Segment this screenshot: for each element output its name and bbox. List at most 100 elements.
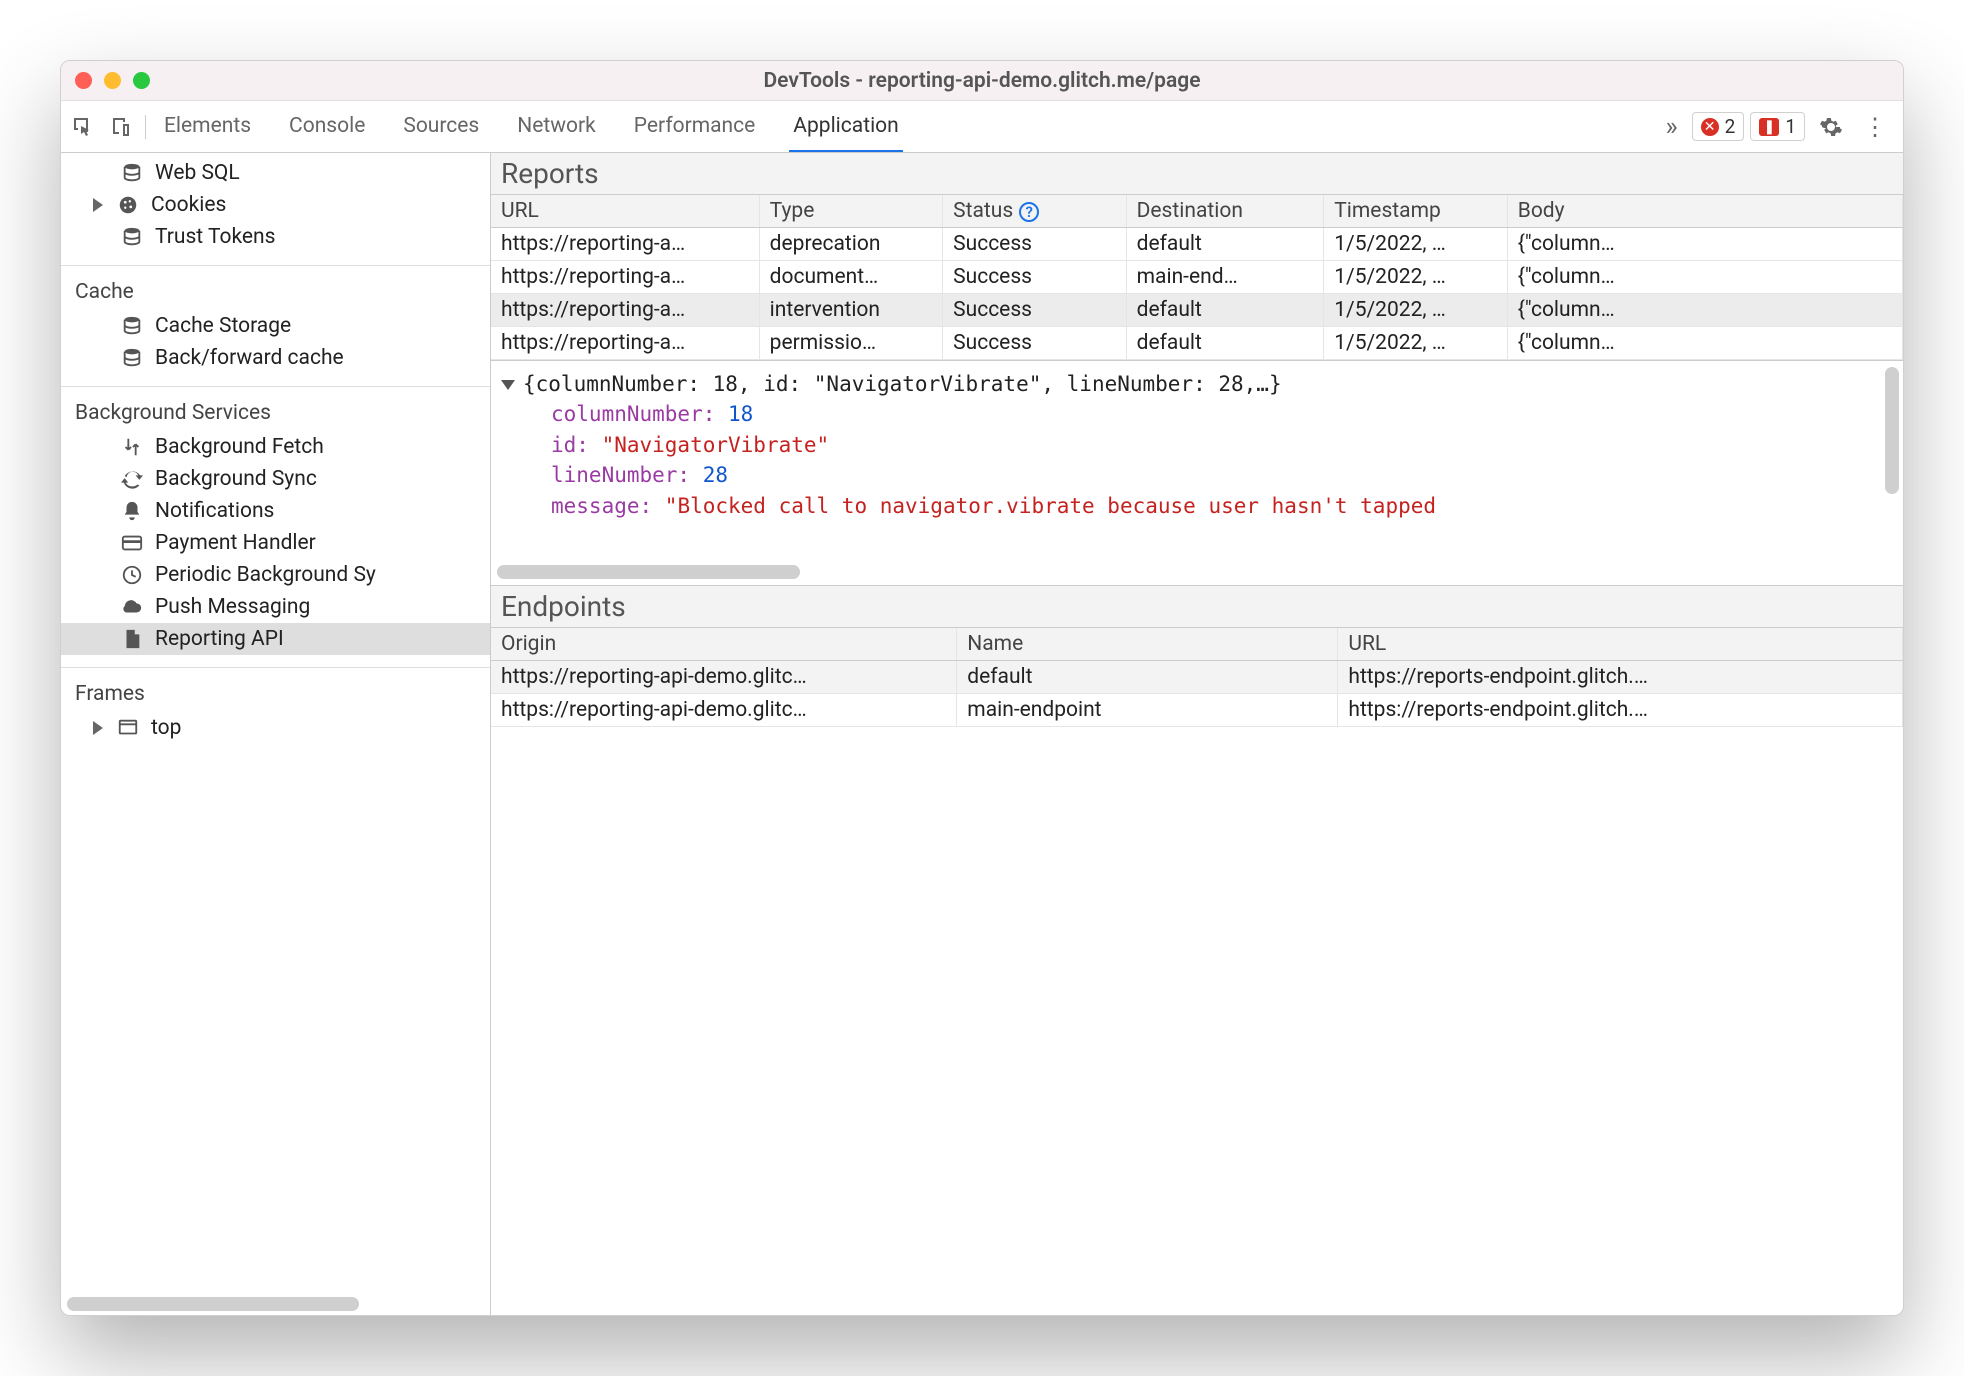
col-timestamp[interactable]: Timestamp <box>1324 195 1507 228</box>
col-destination[interactable]: Destination <box>1126 195 1324 228</box>
sidebar-item-reporting-api[interactable]: Reporting API <box>61 623 490 655</box>
table-row[interactable]: https://reporting-api-demo.glitc…main-en… <box>491 694 1903 727</box>
sidebar-heading-bg-services: Background Services <box>61 391 490 431</box>
cloud-icon <box>121 596 143 618</box>
database-icon <box>121 226 143 248</box>
help-icon[interactable]: ? <box>1019 202 1039 222</box>
cell-ts: 1/5/2022, … <box>1324 228 1507 261</box>
report-detail: {columnNumber: 18, id: "NavigatorVibrate… <box>491 361 1903 586</box>
cell-url: https://reports-endpoint.glitch.… <box>1338 661 1903 694</box>
table-row[interactable]: https://reporting-api-demo.glitc…default… <box>491 661 1903 694</box>
sidebar-item-notifications[interactable]: Notifications <box>61 495 490 527</box>
detail-hscrollbar[interactable] <box>497 565 1873 579</box>
col-body[interactable]: Body <box>1507 195 1902 228</box>
col-origin[interactable]: Origin <box>491 628 957 661</box>
errors-badge[interactable]: ✕ 2 <box>1692 112 1745 141</box>
sidebar-item-label: Cookies <box>151 193 226 217</box>
tab-performance[interactable]: Performance <box>630 102 759 152</box>
sidebar-item-periodic-bg-sync[interactable]: Periodic Background Sy <box>61 559 490 591</box>
cell-body: {"column… <box>1507 228 1902 261</box>
database-icon <box>121 315 143 337</box>
sidebar-item-bf-cache[interactable]: Back/forward cache <box>61 342 490 374</box>
expand-icon <box>93 198 103 212</box>
sidebar-item-web-sql[interactable]: Web SQL <box>61 157 490 189</box>
endpoints-title: Endpoints <box>491 586 1903 628</box>
close-window-button[interactable] <box>75 72 92 89</box>
sidebar-item-payment-handler[interactable]: Payment Handler <box>61 527 490 559</box>
cell-body: {"column… <box>1507 294 1902 327</box>
sidebar-item-label: Cache Storage <box>155 314 291 338</box>
sidebar-item-bg-fetch[interactable]: Background Fetch <box>61 431 490 463</box>
tab-console[interactable]: Console <box>285 102 369 152</box>
tab-elements[interactable]: Elements <box>160 102 255 152</box>
tab-network[interactable]: Network <box>513 102 600 152</box>
device-toggle-icon[interactable] <box>109 115 133 139</box>
database-icon <box>121 162 143 184</box>
detail-entry: lineNumber: 28 <box>551 460 1893 490</box>
cell-dest: main-end… <box>1126 261 1324 294</box>
errors-count: 2 <box>1725 115 1736 138</box>
detail-vscrollbar[interactable] <box>1885 367 1899 579</box>
sidebar-item-push-messaging[interactable]: Push Messaging <box>61 591 490 623</box>
sidebar-item-label: Background Fetch <box>155 435 324 459</box>
col-status[interactable]: Status? <box>943 195 1126 228</box>
sidebar-item-label: Push Messaging <box>155 595 310 619</box>
col-url[interactable]: URL <box>1338 628 1903 661</box>
cell-dest: default <box>1126 228 1324 261</box>
more-tabs-icon[interactable]: » <box>1657 112 1685 142</box>
panel-tabs: Elements Console Sources Network Perform… <box>160 102 1645 152</box>
inspect-element-icon[interactable] <box>71 115 95 139</box>
sidebar-item-label: Back/forward cache <box>155 346 344 370</box>
tab-application[interactable]: Application <box>789 102 902 152</box>
cell-status: Success <box>943 228 1126 261</box>
cell-type: document… <box>759 261 942 294</box>
devtools-window: DevTools - reporting-api-demo.glitch.me/… <box>60 60 1904 1316</box>
sidebar-item-label: Trust Tokens <box>155 225 275 249</box>
file-icon <box>121 628 143 650</box>
traffic-lights <box>75 72 150 89</box>
col-type[interactable]: Type <box>759 195 942 228</box>
table-row[interactable]: https://reporting-a…permissio…Successdef… <box>491 327 1903 360</box>
cell-url: https://reporting-a… <box>491 228 759 261</box>
sidebar-heading-frames: Frames <box>61 672 490 712</box>
cell-type: permissio… <box>759 327 942 360</box>
detail-entry: columnNumber: 18 <box>551 399 1893 429</box>
sidebar-item-label: top <box>151 716 181 740</box>
sidebar-item-cookies[interactable]: Cookies <box>61 189 490 221</box>
sidebar-item-frame-top[interactable]: top <box>61 712 490 744</box>
sidebar-item-cache-storage[interactable]: Cache Storage <box>61 310 490 342</box>
zoom-window-button[interactable] <box>133 72 150 89</box>
tab-sources[interactable]: Sources <box>399 102 483 152</box>
cell-dest: default <box>1126 327 1324 360</box>
database-icon <box>121 347 143 369</box>
sidebar-item-trust-tokens[interactable]: Trust Tokens <box>61 221 490 253</box>
cell-status: Success <box>943 261 1126 294</box>
sync-icon <box>121 468 143 490</box>
kebab-menu-icon[interactable]: ⋮ <box>1857 113 1893 141</box>
cell-status: Success <box>943 327 1126 360</box>
reports-section: Reports URL Type Status? Destination Tim… <box>491 153 1903 361</box>
reports-table: URL Type Status? Destination Timestamp B… <box>491 195 1903 360</box>
col-url[interactable]: URL <box>491 195 759 228</box>
sidebar-heading-cache: Cache <box>61 270 490 310</box>
sidebar-item-label: Periodic Background Sy <box>155 563 376 587</box>
endpoints-table: Origin Name URL https://reporting-api-de… <box>491 628 1903 727</box>
col-name[interactable]: Name <box>957 628 1338 661</box>
issues-badge[interactable]: ❚ 1 <box>1750 112 1805 141</box>
minimize-window-button[interactable] <box>104 72 121 89</box>
settings-icon[interactable] <box>1819 115 1843 139</box>
issue-icon: ❚ <box>1759 118 1779 136</box>
detail-entry: id: "NavigatorVibrate" <box>551 430 1893 460</box>
panel-tabs-bar: Elements Console Sources Network Perform… <box>61 101 1903 153</box>
frame-icon <box>117 717 139 739</box>
collapse-icon[interactable] <box>501 380 515 390</box>
table-row[interactable]: https://reporting-a…interventionSuccessd… <box>491 294 1903 327</box>
sidebar-item-bg-sync[interactable]: Background Sync <box>61 463 490 495</box>
table-row[interactable]: https://reporting-a…deprecationSuccessde… <box>491 228 1903 261</box>
window-title: DevTools - reporting-api-demo.glitch.me/… <box>61 69 1903 93</box>
table-row[interactable]: https://reporting-a…document…Successmain… <box>491 261 1903 294</box>
cell-type: intervention <box>759 294 942 327</box>
sidebar-scrollbar[interactable] <box>67 1297 484 1311</box>
bell-icon <box>121 500 143 522</box>
cell-origin: https://reporting-api-demo.glitc… <box>491 694 957 727</box>
